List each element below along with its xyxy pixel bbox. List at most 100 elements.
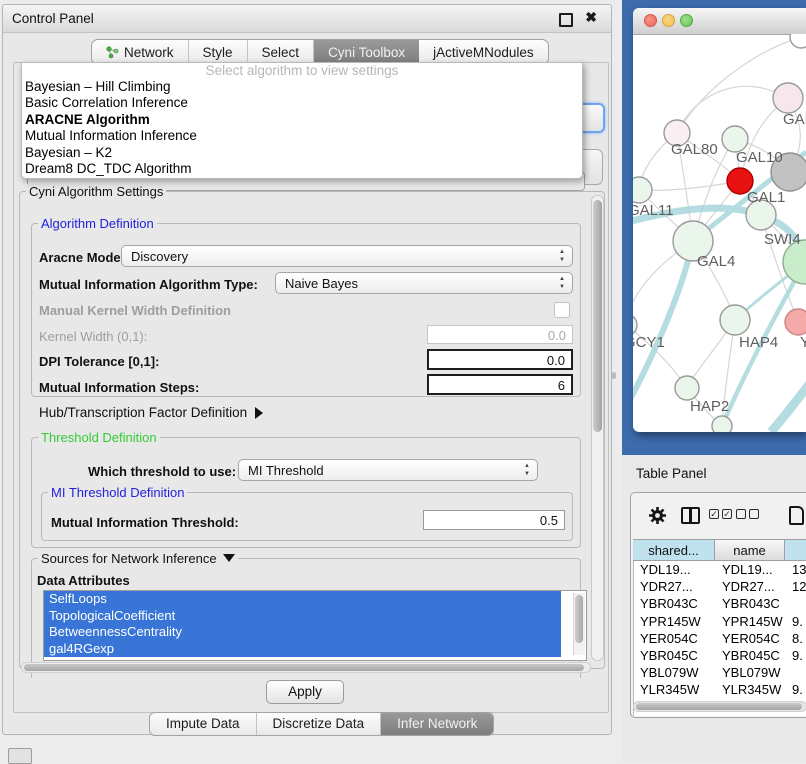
mi-steps-label: Mutual Information Steps:: [39, 380, 199, 395]
unchecked-box-icon: [736, 509, 746, 519]
network-node[interactable]: [720, 305, 750, 335]
which-threshold-label: Which threshold to use:: [88, 464, 236, 479]
network-node[interactable]: [773, 83, 803, 113]
group-title: MI Threshold Definition: [48, 485, 187, 500]
tab-style[interactable]: Style: [189, 40, 248, 64]
tab-select[interactable]: Select: [248, 40, 315, 64]
network-node[interactable]: [675, 376, 699, 400]
node-label: GAL10: [736, 149, 783, 166]
tab-jactivemnodules[interactable]: jActiveMNodules: [419, 40, 548, 64]
stepper-arrows-icon: ▲▼: [557, 275, 567, 291]
table-row[interactable]: YER054CYER054C8.: [634, 630, 806, 647]
stepper-arrows-icon: ▲▼: [522, 462, 532, 478]
apply-button[interactable]: Apply: [266, 680, 344, 704]
table-cell: YDL19...: [716, 561, 786, 578]
table-settings-button[interactable]: [648, 506, 667, 530]
node-label: HAP4: [739, 334, 778, 351]
node-label: GAL4: [697, 253, 735, 270]
scrollbar-thumb[interactable]: [593, 200, 602, 432]
data-attribute-item[interactable]: BetweennessCentrality: [44, 624, 561, 641]
aracne-mode-label: Aracne Mode:: [39, 250, 125, 265]
table-row[interactable]: YBR045CYBR045C9.: [634, 647, 806, 664]
group-title: Threshold Definition: [38, 430, 160, 445]
algorithm-placeholder-option[interactable]: Select algorithm to view settings: [22, 63, 582, 79]
algorithm-option[interactable]: Bayesian – Hill Climbing: [22, 79, 582, 95]
select-all-columns-button[interactable]: ✓✓: [709, 509, 735, 527]
mi-type-select[interactable]: Naive Bayes ▲▼: [275, 272, 573, 294]
tab-infer-network[interactable]: Infer Network: [381, 713, 493, 735]
algorithm-option[interactable]: Basic Correlation Inference: [22, 95, 582, 111]
tab-cyni-toolbox[interactable]: Cyni Toolbox: [314, 40, 419, 64]
tab-label: jActiveMNodules: [433, 45, 534, 60]
sources-group-title[interactable]: Sources for Network Inference: [38, 551, 238, 566]
dpi-tolerance-label: DPI Tolerance [0,1]:: [39, 354, 159, 369]
column-header-name[interactable]: name: [715, 540, 785, 560]
which-threshold-value: MI Threshold: [248, 463, 324, 478]
tab-impute-data[interactable]: Impute Data: [150, 713, 257, 735]
tab-label: Select: [262, 45, 300, 60]
scrollbar-thumb[interactable]: [24, 664, 584, 671]
close-traffic-light-icon[interactable]: [644, 14, 657, 27]
tab-label: Cyni Toolbox: [328, 45, 405, 60]
minimize-traffic-light-icon[interactable]: [662, 14, 675, 27]
mi-threshold-field[interactable]: 0.5: [423, 510, 565, 530]
table-row[interactable]: YDL19...YDL19...13: [634, 561, 806, 578]
kernel-width-field[interactable]: 0.0: [427, 325, 573, 344]
table-cell: YLR345W: [716, 681, 786, 698]
data-attribute-item[interactable]: SelfLoops: [44, 591, 561, 608]
zoom-traffic-light-icon[interactable]: [680, 14, 693, 27]
panel-splitter-handle[interactable]: [612, 372, 616, 379]
network-node[interactable]: [785, 309, 806, 335]
data-attribute-item[interactable]: TopologicalCoefficient: [44, 608, 561, 625]
document-icon[interactable]: [789, 506, 804, 525]
split-columns-icon[interactable]: [681, 507, 700, 524]
network-window[interactable]: GALGAL80GAL10GAL1GAL11SWI4GAL4GCY1HAP4YH…: [633, 8, 806, 432]
data-attributes-list[interactable]: SelfLoopsTopologicalCoefficientBetweenne…: [43, 590, 587, 661]
algorithm-option[interactable]: ARACNE Algorithm: [22, 112, 582, 128]
table-row[interactable]: YBR043CYBR043C: [634, 595, 806, 612]
data-attribute-item[interactable]: gal4RGexp: [44, 641, 561, 658]
table-cell: 12: [786, 578, 806, 595]
table-row[interactable]: YLR345WYLR345W9.: [634, 681, 806, 698]
tab-network[interactable]: Network: [92, 40, 189, 64]
aracne-mode-select[interactable]: Discovery ▲▼: [121, 245, 573, 267]
network-node[interactable]: [790, 34, 806, 48]
table-cell: 13: [786, 561, 806, 578]
column-header-shared[interactable]: shared...: [633, 540, 715, 560]
mi-type-value: Naive Bayes: [285, 276, 358, 291]
table-row[interactable]: YPR145WYPR145W9.: [634, 613, 806, 630]
column-header-clipped[interactable]: [785, 540, 806, 560]
checked-box-icon: ✓: [709, 509, 719, 519]
network-window-titlebar[interactable]: [633, 8, 806, 35]
table-cell: YDR27...: [634, 578, 716, 595]
hub-definition-toggle[interactable]: Hub/Transcription Factor Definition: [39, 405, 263, 420]
mi-steps-field[interactable]: 6: [427, 374, 573, 395]
tab-discretize-data[interactable]: Discretize Data: [257, 713, 382, 735]
settings-horizontal-scrollbar[interactable]: [21, 662, 591, 673]
network-node[interactable]: [712, 416, 732, 432]
tab-label: Network: [124, 45, 174, 60]
manual-kernel-checkbox[interactable]: [554, 302, 570, 318]
float-window-icon[interactable]: [559, 13, 573, 27]
table-cell: 9.: [786, 681, 806, 698]
network-node[interactable]: [633, 177, 652, 203]
list-scrollbar[interactable]: [573, 593, 585, 655]
network-canvas[interactable]: GALGAL80GAL10GAL1GAL11SWI4GAL4GCY1HAP4YH…: [633, 34, 806, 432]
dpi-tolerance-field[interactable]: 0.0: [427, 349, 573, 370]
scrollbar-thumb[interactable]: [575, 595, 583, 643]
group-title: Cyni Algorithm Settings: [26, 184, 166, 199]
algorithm-option[interactable]: Mutual Information Inference: [22, 128, 582, 144]
table-row[interactable]: YBL079WYBL079W: [634, 664, 806, 681]
table-row[interactable]: YDR27...YDR27...12: [634, 578, 806, 595]
algorithm-option[interactable]: Bayesian – K2: [22, 145, 582, 161]
which-threshold-select[interactable]: MI Threshold ▲▼: [238, 459, 538, 481]
node-label: GAL80: [671, 141, 718, 158]
table-body: YDL19...YDL19...13YDR27...YDR27...12YBR0…: [633, 561, 806, 716]
deselect-all-columns-button[interactable]: [736, 509, 762, 527]
algorithm-option[interactable]: Dream8 DC_TDC Algorithm: [22, 161, 582, 177]
close-icon[interactable]: ✖: [585, 9, 597, 26]
settings-vertical-scrollbar[interactable]: [591, 195, 604, 661]
scrollbar-thumb[interactable]: [636, 703, 802, 710]
table-cell: YDR27...: [716, 578, 786, 595]
table-horizontal-scrollbar[interactable]: [633, 701, 806, 712]
